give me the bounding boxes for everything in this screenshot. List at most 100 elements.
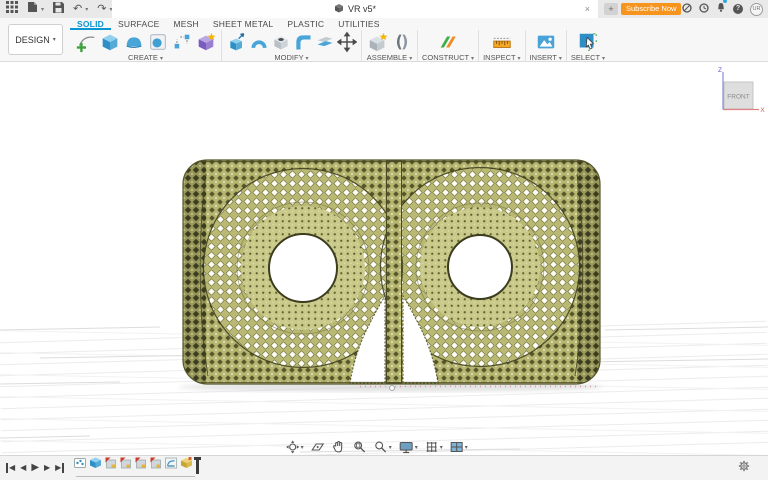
tab-sheet-metal[interactable]: SHEET METAL <box>206 19 280 30</box>
help-icon[interactable]: ? <box>733 4 743 14</box>
notification-dot <box>723 0 727 3</box>
left-lens-hole <box>269 234 337 302</box>
step-forward-button[interactable]: ▶ <box>44 463 50 473</box>
assemble-group-label[interactable]: ASSEMBLE ▾ <box>367 53 413 62</box>
user-avatar[interactable]: UR <box>750 3 763 16</box>
timeline-combine-icon-2[interactable] <box>120 456 132 474</box>
zoom-fit-icon[interactable] <box>353 440 367 454</box>
fillet-icon[interactable] <box>292 30 313 53</box>
viewcube-face-label: FRONT <box>727 94 749 101</box>
file-caret-icon[interactable]: ▾ <box>41 6 44 13</box>
split-body-icon[interactable] <box>314 30 335 53</box>
close-tab-icon[interactable]: × <box>585 0 590 18</box>
timeline-form-body-icon[interactable] <box>180 456 193 474</box>
subscribe-button[interactable]: Subscribe Now <box>621 3 681 15</box>
hole-icon[interactable] <box>270 30 291 53</box>
new-component-icon[interactable] <box>366 30 389 53</box>
file-new-icon[interactable] <box>27 0 38 18</box>
timeline-playhead[interactable] <box>196 457 199 474</box>
group-insert: INSERT ▾ <box>526 30 567 61</box>
measure-icon[interactable] <box>490 30 513 53</box>
undo-icon[interactable]: ↶ <box>73 0 82 18</box>
timeline-component-group-icon[interactable] <box>74 456 86 474</box>
right-lens-hole <box>448 235 512 299</box>
tab-solid[interactable]: SOLID <box>70 19 111 30</box>
group-create: CREATE ▾ <box>70 30 222 61</box>
ribbon-toolbar: DESIGN ▾ SOLID SURFACE MESH SHEET METAL … <box>0 18 768 62</box>
select-group-label[interactable]: SELECT ▾ <box>571 53 605 62</box>
skip-to-end-button[interactable]: ▶ <box>55 463 64 473</box>
group-construct: CONSTRUCT ▾ <box>418 30 479 61</box>
timeline-combine-icon-4[interactable] <box>150 456 162 474</box>
create-sketch-icon[interactable] <box>74 30 97 53</box>
timeline-track[interactable] <box>74 458 199 478</box>
timeline-bar: ◀ ◀ ▶ ▶ ▶ <box>0 455 768 480</box>
timeline-combine-icon-3[interactable] <box>135 456 147 474</box>
preferences-gear-icon[interactable] <box>738 459 750 477</box>
timeline-combine-icon-1[interactable] <box>105 456 117 474</box>
press-pull-icon[interactable] <box>226 30 247 53</box>
timeline-sketch-icon[interactable] <box>165 456 177 474</box>
navigation-bar: ▾ ▾ ▾ ▾ ▾ <box>286 440 468 454</box>
app-grid-icon[interactable] <box>6 0 18 18</box>
select-icon[interactable] <box>576 30 599 53</box>
redo-icon[interactable]: ↷ <box>97 0 106 18</box>
viewports-icon[interactable]: ▾ <box>450 440 468 454</box>
insert-group-label[interactable]: INSERT ▾ <box>530 53 562 62</box>
play-button[interactable]: ▶ <box>31 463 39 473</box>
tab-plastic[interactable]: PLASTIC <box>280 19 331 30</box>
zoom-icon[interactable]: ▾ <box>374 440 392 454</box>
pattern-icon[interactable] <box>170 30 193 53</box>
form-icon[interactable] <box>122 30 145 53</box>
primitive-box-icon[interactable] <box>194 30 217 53</box>
titlebar: ▾ ↶▾ ↷▾ VR v5* × + Subscribe Now ? UR <box>0 0 768 18</box>
notifications-bell-icon[interactable] <box>716 0 726 18</box>
x-axis-label: X <box>760 107 765 114</box>
pan-icon[interactable] <box>332 440 346 454</box>
create-group-label[interactable]: CREATE ▾ <box>128 53 163 62</box>
undo-caret-icon[interactable]: ▾ <box>85 6 88 13</box>
orbit-icon[interactable]: ▾ <box>286 440 304 454</box>
timeline-playback-controls: ◀ ◀ ▶ ▶ ▶ <box>6 463 64 473</box>
construct-plane-icon[interactable] <box>437 30 460 53</box>
step-back-button[interactable]: ◀ <box>20 463 26 473</box>
job-status-icon[interactable] <box>682 0 692 18</box>
tab-surface[interactable]: SURFACE <box>111 19 167 30</box>
look-at-icon[interactable] <box>311 440 325 454</box>
design-menu-button[interactable]: DESIGN ▾ <box>8 24 63 55</box>
viewcube[interactable]: FRONT Z X <box>710 65 766 128</box>
group-assemble: ASSEMBLE ▾ <box>362 30 418 61</box>
new-tab-button[interactable]: + <box>604 3 618 15</box>
save-icon[interactable] <box>53 0 64 18</box>
center-divider <box>387 161 402 383</box>
group-inspect: INSPECT ▾ <box>479 30 525 61</box>
history-clock-icon[interactable] <box>699 0 709 18</box>
revolve-icon[interactable] <box>146 30 169 53</box>
joint-icon[interactable] <box>390 30 413 53</box>
inspect-group-label[interactable]: INSPECT ▾ <box>483 53 520 62</box>
tab-mesh[interactable]: MESH <box>167 19 206 30</box>
group-modify: MODIFY ▾ <box>222 30 362 61</box>
skip-to-start-button[interactable]: ◀ <box>6 463 15 473</box>
vr-headset-model[interactable] <box>183 160 600 391</box>
grid-settings-icon[interactable]: ▾ <box>425 440 443 454</box>
display-settings-icon[interactable]: ▾ <box>399 440 418 454</box>
design-caret-icon: ▾ <box>53 36 56 43</box>
document-icon <box>334 0 344 18</box>
model-scene <box>0 62 768 455</box>
modeling-viewport[interactable]: FRONT Z X ▾ ▾ ▾ ▾ ▾ <box>0 62 768 455</box>
origin-point <box>390 386 395 391</box>
modify-group-label[interactable]: MODIFY ▾ <box>274 53 308 62</box>
construct-group-label[interactable]: CONSTRUCT ▾ <box>422 53 474 62</box>
timeline-box-feature-icon[interactable] <box>89 456 102 474</box>
design-menu-label: DESIGN <box>15 35 50 45</box>
move-icon[interactable] <box>336 30 357 53</box>
shell-icon[interactable] <box>248 30 269 53</box>
document-tab[interactable]: VR v5* × <box>112 0 598 18</box>
ribbon-tabstrip: SOLID SURFACE MESH SHEET METAL PLASTIC U… <box>70 19 387 30</box>
tab-utilities[interactable]: UTILITIES <box>331 19 386 30</box>
insert-image-icon[interactable] <box>534 30 557 53</box>
document-title: VR v5* <box>348 4 376 14</box>
extrude-icon[interactable] <box>98 30 121 53</box>
group-select: SELECT ▾ <box>567 30 609 61</box>
